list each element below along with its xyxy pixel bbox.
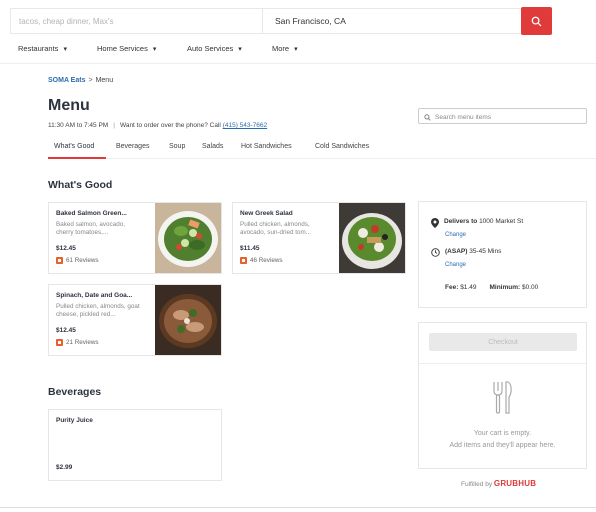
- nav-label: More: [272, 44, 290, 53]
- tab-soup[interactable]: Soup: [169, 143, 185, 150]
- nav-home-services[interactable]: Home Services ▾: [97, 44, 156, 53]
- chevron-down-icon: ▾: [238, 46, 242, 53]
- review-count: 21 Reviews: [66, 339, 99, 346]
- nav-label: Home Services: [97, 44, 148, 53]
- menu-tabs: What's Good Beverages Soup Salads Hot Sa…: [48, 139, 596, 159]
- clock-icon: [431, 248, 440, 257]
- breadcrumb-current: Menu: [95, 77, 114, 84]
- grubhub-logo: GRUBHUB: [493, 479, 537, 488]
- chevron-down-icon: ▾: [152, 46, 157, 53]
- top-search-bar: tacos, cheap dinner, Max's San Francisco…: [0, 0, 596, 38]
- breadcrumb-home-link[interactable]: SOMA Eats: [48, 77, 85, 84]
- review-count: 46 Reviews: [250, 257, 283, 264]
- fulfilled-by: Fulfilled by GRUBHUB: [461, 479, 536, 488]
- item-reviews: 21 Reviews: [56, 339, 99, 346]
- hours-line: 11:30 AM to 7:45 PM | Want to order over t…: [48, 122, 267, 129]
- item-description: Pulled chicken, almonds, goat cheese, pi…: [56, 303, 140, 319]
- chevron-down-icon: ▾: [63, 46, 67, 53]
- delivery-address: 1000 Market St: [479, 218, 524, 225]
- item-price: $12.45: [56, 327, 76, 334]
- item-description: Baked salmon, avocado, cherry tomatoes,.…: [56, 221, 125, 237]
- nav-more[interactable]: More ▾: [272, 44, 298, 53]
- phone-link[interactable]: (415) 543-7662: [223, 122, 267, 129]
- divider: [0, 507, 596, 508]
- review-icon: [56, 339, 63, 346]
- fork-knife-icon: [493, 381, 512, 414]
- hours-text: 11:30 AM to 7:45 PM: [48, 122, 109, 129]
- search-what-input[interactable]: tacos, cheap dinner, Max's: [10, 8, 262, 34]
- change-address-link[interactable]: Change: [445, 232, 466, 238]
- search-location-input[interactable]: San Francisco, CA: [262, 8, 522, 34]
- item-reviews: 61 Reviews: [56, 257, 99, 264]
- menu-item-card[interactable]: New Greek Salad Pulled chicken, almonds,…: [232, 202, 406, 274]
- menu-search-placeholder: Search menu items: [435, 114, 491, 121]
- menu-item-card[interactable]: Purity Juice $2.99: [48, 409, 222, 481]
- food-photo-spinach-salad: [155, 285, 221, 355]
- item-name: Spinach, Date and Goa...: [56, 292, 133, 299]
- checkout-button[interactable]: Checkout: [429, 333, 577, 351]
- fulfilled-label: Fulfilled by: [461, 481, 493, 488]
- divider: [419, 363, 586, 364]
- section-title-beverages: Beverages: [48, 386, 102, 398]
- nav-label: Auto Services: [187, 44, 234, 53]
- search-icon: [424, 114, 431, 121]
- breadcrumb-separator: >: [88, 77, 93, 84]
- chevron-down-icon: ▾: [294, 46, 298, 53]
- asap-label: (ASAP): [445, 248, 468, 255]
- review-icon: [240, 257, 247, 264]
- delivery-address-row: Delivers to 1000 Market St: [431, 218, 523, 228]
- item-reviews: 46 Reviews: [240, 257, 283, 264]
- page-title: Menu: [48, 97, 90, 114]
- cart-empty-message: Your cart is empty. Add items and they'l…: [419, 428, 586, 452]
- tab-hot-sandwiches[interactable]: Hot Sandwiches: [241, 143, 292, 150]
- review-count: 61 Reviews: [66, 257, 99, 264]
- breadcrumb: SOMA Eats > Menu: [48, 77, 113, 84]
- minimum-value: $0.00: [521, 284, 539, 291]
- item-price: $12.45: [56, 245, 76, 252]
- delivery-panel: Delivers to 1000 Market St Change (ASAP)…: [418, 201, 587, 308]
- search-what-placeholder: tacos, cheap dinner, Max's: [19, 17, 114, 26]
- cart-panel: Checkout Your cart is empty. Add items a…: [418, 322, 587, 469]
- category-nav: Restaurants ▾ Home Services ▾ Auto Service…: [0, 38, 596, 64]
- fee-value: $1.49: [460, 284, 477, 291]
- fee-row: Fee: $1.49 Minimum: $0.00: [445, 284, 538, 291]
- item-name: Purity Juice: [56, 417, 93, 424]
- menu-item-card[interactable]: Spinach, Date and Goa... Pulled chicken,…: [48, 284, 222, 356]
- tab-whats-good[interactable]: What's Good: [54, 143, 94, 150]
- search-icon: [531, 16, 542, 26]
- food-photo-greek-salad: [339, 203, 405, 273]
- nav-label: Restaurants: [18, 44, 59, 53]
- tab-cold-sandwiches[interactable]: Cold Sandwiches: [315, 143, 369, 150]
- nav-auto-services[interactable]: Auto Services ▾: [187, 44, 242, 53]
- cart-empty-subtitle: Add items and they'll appear here.: [449, 442, 556, 449]
- search-location-value: San Francisco, CA: [275, 16, 346, 26]
- nav-restaurants[interactable]: Restaurants ▾: [18, 44, 67, 53]
- menu-search-input[interactable]: Search menu items: [418, 108, 587, 124]
- search-button[interactable]: [521, 7, 552, 35]
- change-time-link[interactable]: Change: [445, 262, 466, 268]
- item-name: New Greek Salad: [240, 210, 293, 217]
- tab-salads[interactable]: Salads: [202, 143, 223, 150]
- map-pin-icon: [431, 218, 439, 228]
- active-tab-indicator: [48, 157, 106, 159]
- item-price: $11.45: [240, 245, 260, 252]
- minimum-label: Minimum:: [489, 284, 521, 291]
- fee-label: Fee:: [445, 284, 459, 291]
- delivers-to-label: Delivers to: [444, 218, 478, 225]
- delivery-time-row: (ASAP) 35-45 Mins: [431, 248, 501, 257]
- divider: |: [113, 122, 115, 129]
- item-description: Pulled chicken, almonds, avocado, sun-dr…: [240, 221, 312, 237]
- tab-beverages[interactable]: Beverages: [116, 143, 149, 150]
- section-title-whats-good: What's Good: [48, 179, 113, 191]
- delivery-eta: 35-45 Mins: [469, 248, 502, 255]
- cart-empty-title: Your cart is empty.: [473, 430, 532, 437]
- food-photo-salmon-salad: [155, 203, 221, 273]
- item-name: Baked Salmon Green...: [56, 210, 127, 217]
- item-price: $2.99: [56, 464, 73, 471]
- phone-prompt: Want to order over the phone? Call: [119, 122, 221, 129]
- review-icon: [56, 257, 63, 264]
- menu-item-card[interactable]: Baked Salmon Green... Baked salmon, avoc…: [48, 202, 222, 274]
